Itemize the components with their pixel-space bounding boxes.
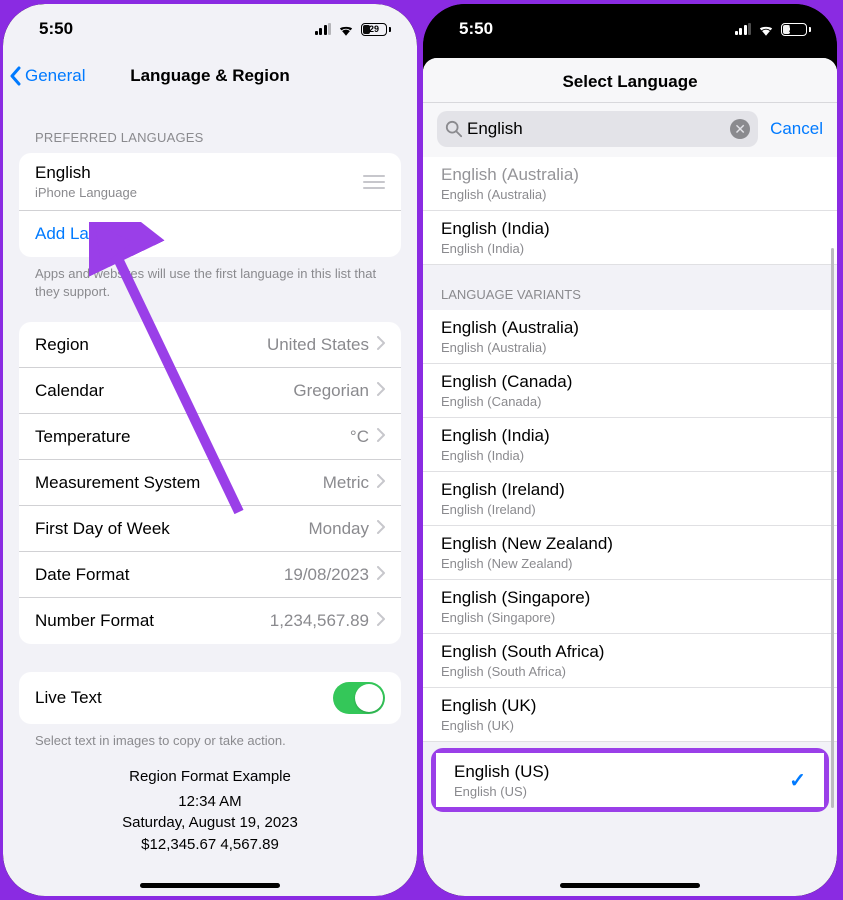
language-option[interactable]: English (Ireland)English (Ireland) (423, 472, 837, 526)
setting-row-region[interactable]: RegionUnited States (19, 322, 401, 368)
left-phone: 5:50 29 General Language & Region PREFER… (1, 2, 419, 898)
language-subtitle: iPhone Language (35, 185, 137, 200)
battery-icon: 29 (361, 23, 391, 36)
setting-row-calendar[interactable]: CalendarGregorian (19, 368, 401, 414)
region-format-example: Region Format Example 12:34 AM Saturday,… (3, 750, 417, 862)
wifi-icon (757, 22, 775, 36)
chevron-right-icon (377, 381, 385, 401)
language-option[interactable]: English (Canada)English (Canada) (423, 364, 837, 418)
apps-note: Apps and websites will use the first lan… (3, 257, 417, 300)
search-input[interactable] (463, 117, 730, 141)
language-option[interactable]: English (US)English (US)✓ (436, 753, 824, 807)
live-text-row: Live Text (19, 672, 401, 724)
back-button[interactable]: General (9, 66, 85, 86)
chevron-left-icon (9, 66, 23, 86)
clear-search-icon[interactable]: ✕ (730, 119, 750, 139)
status-bar: 5:50 29 (423, 4, 837, 54)
wifi-icon (337, 22, 355, 36)
status-time: 5:50 (459, 19, 493, 39)
live-text-toggle[interactable] (333, 682, 385, 714)
language-option[interactable]: English (India)English (India) (423, 418, 837, 472)
live-text-note: Select text in images to copy or take ac… (3, 724, 417, 750)
language-option[interactable]: English (Australia)English (Australia) (423, 310, 837, 364)
nav-bar: General Language & Region (3, 54, 417, 98)
setting-row-date-format[interactable]: Date Format19/08/2023 (19, 552, 401, 598)
right-phone: 5:50 29 Select Language ✕ Cance (421, 2, 839, 898)
chevron-right-icon (377, 565, 385, 585)
status-bar: 5:50 29 (3, 4, 417, 54)
setting-row-measurement-system[interactable]: Measurement SystemMetric (19, 460, 401, 506)
home-indicator[interactable] (560, 883, 700, 888)
chevron-right-icon (377, 519, 385, 539)
iphone-language-row[interactable]: English iPhone Language (19, 153, 401, 211)
reorder-handle-icon[interactable] (363, 175, 385, 189)
scrollbar[interactable] (831, 248, 834, 808)
selected-language-highlight: English (US)English (US)✓ (431, 748, 829, 812)
setting-row-temperature[interactable]: Temperature°C (19, 414, 401, 460)
signal-icon (315, 23, 332, 35)
language-option[interactable]: English (New Zealand)English (New Zealan… (423, 526, 837, 580)
language-option[interactable]: English (Australia)English (Australia) (423, 157, 837, 211)
home-indicator[interactable] (140, 883, 280, 888)
select-language-sheet: Select Language ✕ Cancel English (Austra… (423, 58, 837, 896)
preferred-languages-header: PREFERRED LANGUAGES (3, 98, 417, 153)
search-field[interactable]: ✕ (437, 111, 758, 147)
language-option[interactable]: English (India)English (India) (423, 211, 837, 265)
language-option[interactable]: English (South Africa)English (South Afr… (423, 634, 837, 688)
setting-row-first-day-of-week[interactable]: First Day of WeekMonday (19, 506, 401, 552)
sheet-title: Select Language (439, 72, 821, 92)
add-language-button[interactable]: Add Language… (19, 211, 401, 257)
checkmark-icon: ✓ (789, 768, 806, 793)
setting-row-number-format[interactable]: Number Format1,234,567.89 (19, 598, 401, 644)
battery-icon: 29 (781, 23, 811, 36)
language-name: English (35, 163, 137, 183)
signal-icon (735, 23, 752, 35)
chevron-right-icon (377, 427, 385, 447)
chevron-right-icon (377, 473, 385, 493)
language-variants-header: LANGUAGE VARIANTS (423, 265, 837, 310)
language-option[interactable]: English (UK)English (UK) (423, 688, 837, 742)
language-option[interactable]: English (Singapore)English (Singapore) (423, 580, 837, 634)
search-icon (445, 120, 463, 138)
status-time: 5:50 (39, 19, 73, 39)
cancel-button[interactable]: Cancel (770, 119, 823, 139)
chevron-right-icon (377, 335, 385, 355)
page-title: Language & Region (130, 66, 290, 86)
chevron-right-icon (377, 611, 385, 631)
